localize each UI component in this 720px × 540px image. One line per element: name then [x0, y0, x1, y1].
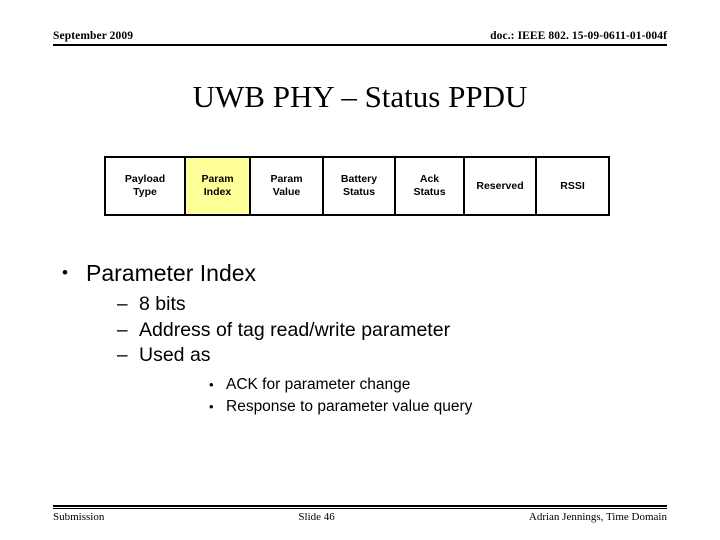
- bullet-item-address-of-tag: – Address of tag read/write parameter: [86, 318, 676, 344]
- ppdu-cell-label-line2: Index: [203, 186, 232, 198]
- ppdu-cell-reserved: Reserved: [465, 158, 537, 214]
- dash-marker-icon: –: [117, 319, 128, 341]
- ppdu-cell-label-line2: Value: [272, 186, 301, 198]
- bullet-text-level3: Response to parameter value query: [226, 397, 473, 415]
- ppdu-cell-label-line1: Battery: [340, 173, 378, 185]
- bullet-list-level3: • ACK for parameter change • Response to…: [139, 374, 676, 418]
- bullet-text-level2: Address of tag read/write parameter: [139, 318, 451, 341]
- footer-divider-thick: [53, 505, 667, 507]
- ppdu-cell-label-line2: Type: [133, 186, 157, 198]
- ppdu-cell-label-line1: Reserved: [476, 179, 524, 192]
- bullet-marker-icon: •: [62, 263, 68, 282]
- bullet-list-level1: • Parameter Index – 8 bits – Address of …: [56, 258, 676, 418]
- header-divider: [53, 44, 667, 46]
- ppdu-cell-label-line1: Param: [270, 173, 303, 185]
- footer-submission-label: Submission: [53, 511, 105, 523]
- header-text-row: September 2009 doc.: IEEE 802. 15-09-061…: [53, 30, 667, 43]
- ppdu-field-table: Payload Type Param Index Param Value Bat…: [104, 156, 610, 216]
- ppdu-cell-param-value: Param Value: [251, 158, 324, 214]
- header-doc-id: doc.: IEEE 802. 15-09-0611-01-004f: [490, 30, 667, 42]
- bullet-text-level2: 8 bits: [139, 293, 186, 315]
- footer-text-row: Submission Slide 46 Adrian Jennings, Tim…: [53, 511, 667, 524]
- ppdu-cell-label-line1: Ack: [419, 173, 440, 185]
- bullet-marker-icon: •: [209, 376, 214, 392]
- ppdu-cell-battery-status: Battery Status: [324, 158, 396, 214]
- bullet-item-ack-for-parameter-change: • ACK for parameter change: [139, 374, 676, 396]
- footer-author: Adrian Jennings, Time Domain: [528, 511, 667, 523]
- header-date: September 2009: [53, 30, 134, 42]
- bullet-item-response-to-parameter-value-query: • Response to parameter value query: [139, 396, 676, 418]
- ppdu-cell-label-line2: Status: [342, 186, 376, 198]
- slide-footer: Submission Slide 46 Adrian Jennings, Tim…: [53, 505, 667, 524]
- slide-body: • Parameter Index – 8 bits – Address of …: [56, 258, 676, 419]
- bullet-text-level2: Used as: [139, 344, 211, 366]
- footer-slide-number: Slide 46: [298, 511, 335, 523]
- dash-marker-icon: –: [117, 345, 128, 366]
- dash-marker-icon: –: [117, 294, 128, 315]
- ppdu-cell-param-index: Param Index: [186, 158, 251, 214]
- bullet-item-parameter-index: • Parameter Index – 8 bits – Address of …: [56, 258, 676, 418]
- ppdu-cell-label-line1: Payload: [124, 173, 166, 185]
- bullet-text-level1: Parameter Index: [86, 260, 257, 286]
- ppdu-cell-rssi: RSSI: [537, 158, 608, 214]
- bullet-item-8-bits: – 8 bits: [86, 292, 676, 318]
- bullet-item-used-as: – Used as • ACK for parameter change • R…: [86, 343, 676, 418]
- ppdu-cell-label-line1: Param: [201, 173, 234, 185]
- page-title: UWB PHY – Status PPDU: [192, 79, 528, 114]
- footer-divider-thin: [53, 508, 667, 509]
- slide-header: September 2009 doc.: IEEE 802. 15-09-061…: [53, 30, 667, 50]
- bullet-list-level2: – 8 bits – Address of tag read/write par…: [86, 292, 676, 418]
- bullet-marker-icon: •: [209, 398, 214, 414]
- ppdu-cell-ack-status: Ack Status: [396, 158, 465, 214]
- slide-canvas: September 2009 doc.: IEEE 802. 15-09-061…: [0, 0, 720, 540]
- ppdu-cell-label-line2: Status: [413, 186, 446, 198]
- ppdu-cell-payload-type: Payload Type: [106, 158, 186, 214]
- ppdu-cell-label-line1: RSSI: [560, 179, 585, 192]
- bullet-text-level3: ACK for parameter change: [226, 375, 411, 393]
